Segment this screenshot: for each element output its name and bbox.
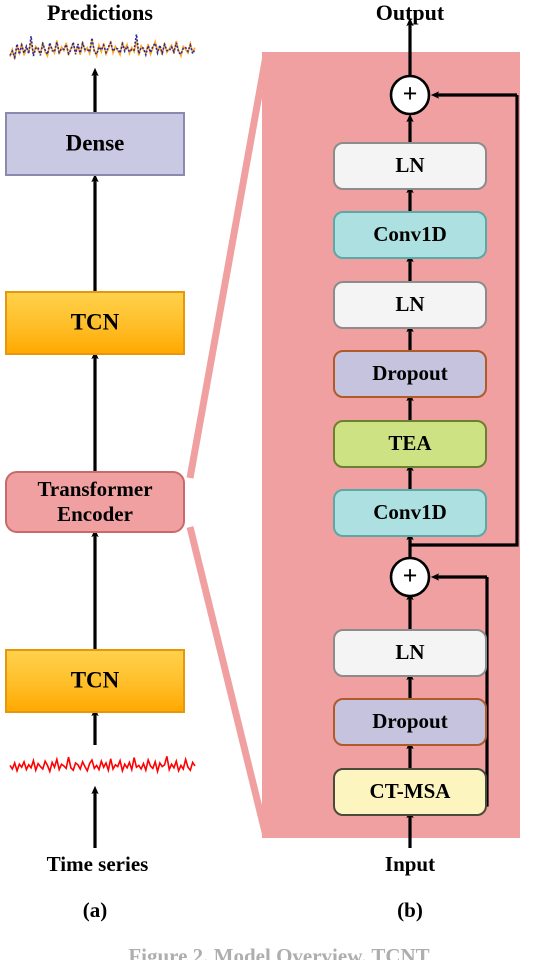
adder-node-top-symbol: + <box>403 79 418 108</box>
panel-a-caption: (a) <box>82 898 108 922</box>
block-tcn-bottom-label: TCN <box>71 667 120 692</box>
block-conv1d-top[interactable]: Conv1D <box>333 211 487 259</box>
block-conv1d-bottom-label: Conv1D <box>373 500 447 524</box>
block-dropout-bottom[interactable]: Dropout <box>333 698 487 746</box>
zoom-connector-lines <box>186 55 270 837</box>
block-tcn-bottom[interactable]: TCN <box>5 649 185 713</box>
block-conv1d-bottom[interactable]: Conv1D <box>333 489 487 537</box>
panel-b-caption: (b) <box>397 898 423 922</box>
block-dropout-mid-label: Dropout <box>372 361 447 385</box>
block-ct-msa[interactable]: CT-MSA <box>333 768 487 816</box>
adder-node-bottom-symbol: + <box>403 561 418 590</box>
block-transformer-encoder[interactable]: Transformer Encoder <box>5 471 185 533</box>
block-tea[interactable]: TEA <box>333 420 487 468</box>
block-dense-label: Dense <box>66 130 125 155</box>
time-series-label: Time series <box>46 852 149 876</box>
adder-node-bottom[interactable]: + <box>389 556 431 598</box>
block-ln-bottom-label: LN <box>395 640 424 664</box>
block-ct-msa-label: CT-MSA <box>370 779 452 803</box>
block-ln-top-label: LN <box>395 153 424 177</box>
block-dense[interactable]: Dense <box>5 112 185 176</box>
input-timeseries-plot <box>9 756 196 775</box>
block-dropout-bottom-label: Dropout <box>372 709 447 733</box>
block-dropout-mid[interactable]: Dropout <box>333 350 487 398</box>
diagram-svg: Dense TCN Transformer Encoder TCN LN Con… <box>5 17 520 848</box>
block-tea-label: TEA <box>388 431 432 455</box>
block-tcn-top-label: TCN <box>71 309 120 334</box>
block-tcn-top[interactable]: TCN <box>5 291 185 355</box>
block-transformer-encoder-line2: Encoder <box>57 502 133 526</box>
block-ln-mid[interactable]: LN <box>333 281 487 329</box>
figure-canvas: Dense TCN Transformer Encoder TCN LN Con… <box>0 0 558 960</box>
block-ln-bottom[interactable]: LN <box>333 629 487 677</box>
output-title: Output <box>375 0 445 25</box>
predictions-title: Predictions <box>47 0 153 25</box>
predictions-plot <box>9 34 196 61</box>
block-ln-top[interactable]: LN <box>333 142 487 190</box>
figure-caption: Figure 2. Model Overview. TCNT <box>128 944 430 960</box>
block-transformer-encoder-line1: Transformer <box>37 477 152 501</box>
block-ln-mid-label: LN <box>395 292 424 316</box>
input-label: Input <box>384 852 436 876</box>
block-conv1d-top-label: Conv1D <box>373 222 447 246</box>
adder-node-top[interactable]: + <box>389 74 431 116</box>
